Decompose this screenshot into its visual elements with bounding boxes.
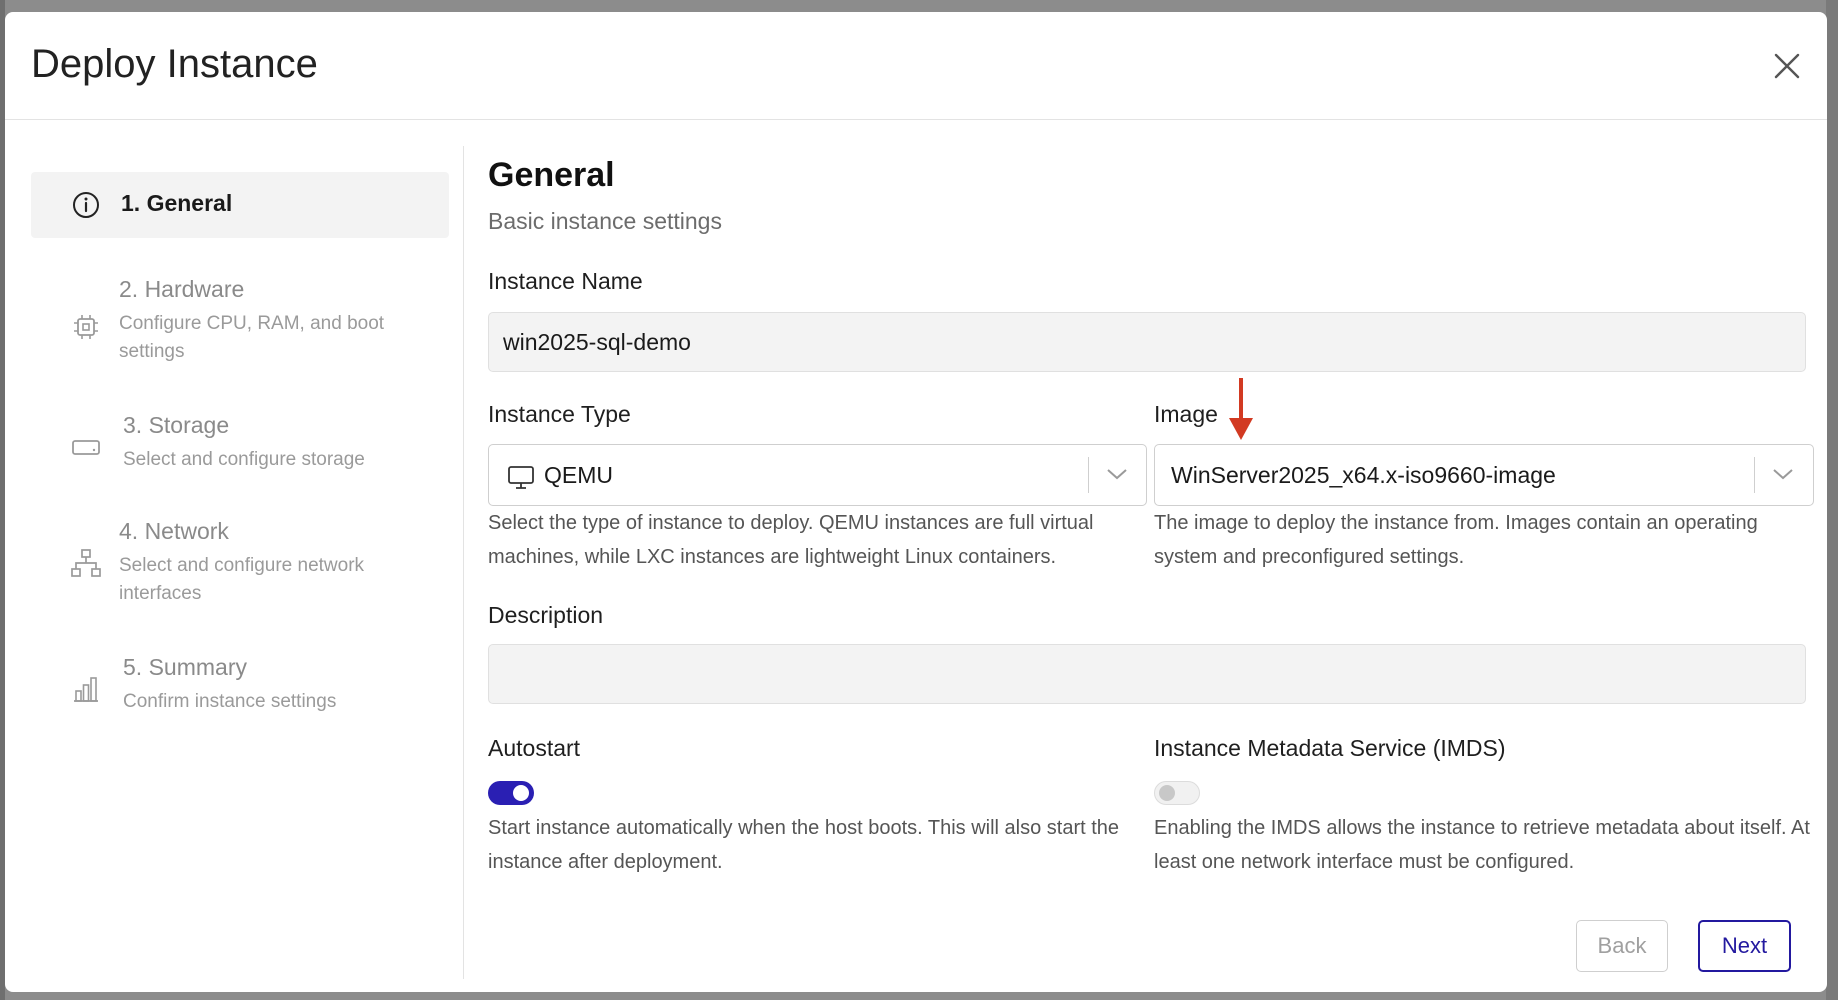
toggle-knob — [1159, 785, 1175, 801]
step-title: 5. Summary — [123, 654, 247, 680]
modal-header: Deploy Instance — [5, 12, 1827, 120]
steps-sidebar: 1. General 2. Hardware Configure CPU, RA… — [31, 172, 449, 712]
imds-toggle[interactable] — [1154, 781, 1200, 805]
instance-name-label: Instance Name — [488, 268, 643, 294]
step-title: 4. Network — [119, 518, 229, 544]
step-title: 3. Storage — [123, 412, 230, 438]
step-subtitle: Configure CPU, RAM, and boot settings — [119, 313, 385, 362]
annotation-arrow-icon — [1229, 378, 1253, 440]
step-storage[interactable]: 3. Storage Select and configure storage — [31, 412, 449, 482]
info-icon — [73, 192, 99, 218]
deploy-instance-modal: Deploy Instance 1. General 2. Hardware C… — [5, 12, 1827, 992]
imds-label: Instance Metadata Service (IMDS) — [1154, 735, 1506, 761]
autostart-help: Start instance automatically when the ho… — [488, 817, 1120, 873]
backdrop-strip-right — [1826, 0, 1838, 1000]
bar-chart-icon — [74, 677, 98, 702]
modal-title: Deploy Instance — [31, 42, 318, 86]
select-separator — [1754, 457, 1755, 493]
instance-type-label: Instance Type — [488, 401, 631, 427]
monitor-icon — [508, 466, 534, 489]
close-button[interactable] — [1767, 46, 1807, 86]
imds-help: Enabling the IMDS allows the instance to… — [1154, 817, 1810, 873]
description-input[interactable] — [488, 644, 1806, 704]
step-hardware[interactable]: 2. Hardware Configure CPU, RAM, and boot… — [31, 276, 449, 376]
autostart-label: Autostart — [488, 735, 581, 761]
step-general[interactable]: 1. General — [31, 172, 449, 238]
step-subtitle: Confirm instance settings — [123, 691, 337, 712]
step-subtitle: Select and configure network interfaces — [119, 555, 365, 604]
toggle-knob — [513, 785, 529, 801]
step-subtitle: Select and configure storage — [123, 449, 365, 470]
section-subtitle: Basic instance settings — [488, 208, 722, 234]
step-title: 1. General — [121, 190, 233, 216]
image-label: Image — [1154, 401, 1218, 427]
instance-type-select[interactable]: QEMU — [488, 444, 1147, 506]
drive-icon — [72, 440, 100, 455]
chevron-down-icon[interactable] — [1102, 459, 1132, 489]
chevron-down-icon[interactable] — [1768, 459, 1798, 489]
close-icon — [1774, 53, 1800, 79]
chip-icon — [74, 315, 98, 339]
section-title: General — [488, 156, 615, 194]
back-button[interactable]: Back — [1576, 920, 1668, 972]
instance-type-help: Select the type of instance to deploy. Q… — [488, 512, 1094, 568]
select-separator — [1088, 457, 1089, 493]
next-button[interactable]: Next — [1698, 920, 1791, 972]
instance-name-input[interactable] — [488, 312, 1806, 372]
instance-type-value: QEMU — [544, 462, 613, 488]
image-value: WinServer2025_x64.x-iso9660-image — [1171, 462, 1556, 488]
image-help: The image to deploy the instance from. I… — [1154, 512, 1758, 568]
image-select[interactable]: WinServer2025_x64.x-iso9660-image — [1154, 444, 1814, 506]
step-network[interactable]: 4. Network Select and configure network … — [31, 518, 449, 618]
step-summary[interactable]: 5. Summary Confirm instance settings — [31, 654, 449, 724]
description-label: Description — [488, 602, 604, 628]
sidebar-divider — [463, 146, 464, 979]
autostart-toggle[interactable] — [488, 781, 534, 805]
step-title: 2. Hardware — [119, 276, 245, 302]
network-icon — [71, 549, 101, 577]
